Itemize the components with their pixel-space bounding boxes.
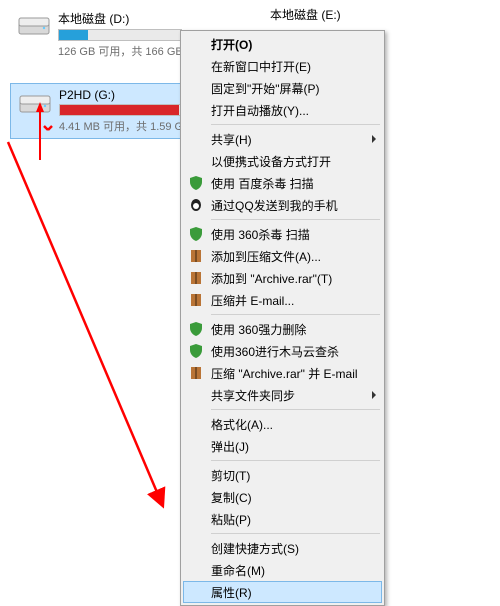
menu-autoplay[interactable]: 打开自动播放(Y)... [183,99,382,121]
shield-icon [188,321,204,337]
menu-separator [211,409,380,410]
menu-separator [211,314,380,315]
shield-icon [188,343,204,359]
drive-space: 4.41 MB 可用，共 1.59 GB [59,118,181,134]
menu-360-cloud-scan[interactable]: 使用360进行木马云查杀 [183,340,382,362]
menu-paste[interactable]: 粘贴(P) [183,508,382,530]
menu-format[interactable]: 格式化(A)... [183,413,382,435]
menu-360-scan[interactable]: 使用 360杀毒 扫描 [183,223,382,245]
menu-baidu-scan[interactable]: 使用 百度杀毒 扫描 [183,172,382,194]
menu-open[interactable]: 打开(O) [183,33,382,55]
menu-separator [211,219,380,220]
drive-usage-bar [59,104,181,116]
menu-new-window[interactable]: 在新窗口中打开(E) [183,55,382,77]
shield-icon [188,175,204,191]
menu-separator [211,124,380,125]
qq-icon [188,197,204,213]
menu-zip-email2[interactable]: 压缩 "Archive.rar" 并 E-mail [183,362,382,384]
menu-properties[interactable]: 属性(R) [183,581,382,603]
menu-copy[interactable]: 复制(C) [183,486,382,508]
drive-space: 126 GB 可用，共 166 GB [58,43,182,59]
drive-usage-bar [58,29,182,41]
menu-eject[interactable]: 弹出(J) [183,435,382,457]
hdd-icon [18,14,50,38]
menu-qq-send[interactable]: 通过QQ发送到我的手机 [183,194,382,216]
archive-icon [188,365,204,381]
menu-rename[interactable]: 重命名(M) [183,559,382,581]
menu-folder-sync[interactable]: 共享文件夹同步 [183,384,382,406]
menu-share[interactable]: 共享(H) [183,128,382,150]
menu-360-force-delete[interactable]: 使用 360强力删除 [183,318,382,340]
archive-icon [188,248,204,264]
menu-separator [211,460,380,461]
context-menu: 打开(O) 在新窗口中打开(E) 固定到"开始"屏幕(P) 打开自动播放(Y).… [180,30,385,606]
menu-separator [211,533,380,534]
drive-usage-fill [59,30,88,40]
menu-add-rar[interactable]: 添加到压缩文件(A)... [183,245,382,267]
submenu-arrow-icon [372,391,376,399]
drive-item-g[interactable]: P2HD (G:) 4.41 MB 可用，共 1.59 GB [10,83,190,139]
drive-item-d[interactable]: 本地磁盘 (D:) 126 GB 可用，共 166 GB [10,6,190,63]
menu-create-shortcut[interactable]: 创建快捷方式(S) [183,537,382,559]
hdd-icon [19,92,51,116]
drive-name: P2HD (G:) [59,88,181,102]
menu-zip-email[interactable]: 压缩并 E-mail... [183,289,382,311]
menu-pin-start[interactable]: 固定到"开始"屏幕(P) [183,77,382,99]
archive-icon [188,292,204,308]
drive-name: 本地磁盘 (D:) [58,10,182,27]
drive-usage-fill [60,105,179,115]
drive-name-e[interactable]: 本地磁盘 (E:) [270,6,341,23]
menu-cut[interactable]: 剪切(T) [183,464,382,486]
menu-add-archive[interactable]: 添加到 "Archive.rar"(T) [183,267,382,289]
archive-icon [188,270,204,286]
menu-portable[interactable]: 以便携式设备方式打开 [183,150,382,172]
shield-icon [188,226,204,242]
submenu-arrow-icon [372,135,376,143]
